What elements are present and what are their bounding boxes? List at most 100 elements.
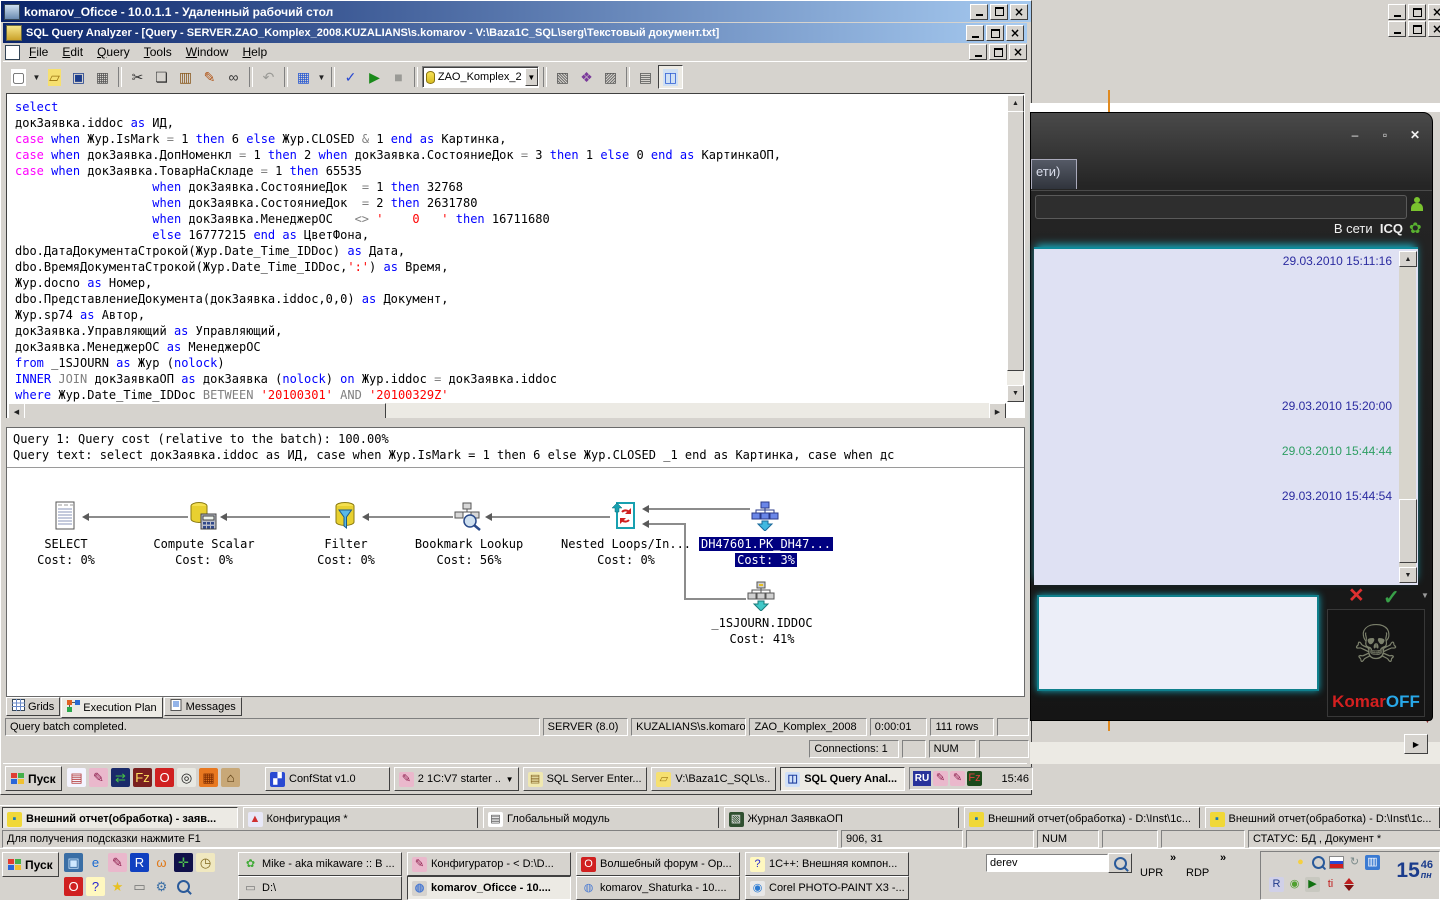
remote-task-button-1[interactable]: ✎2 1C:V7 starter ...▼	[394, 767, 519, 791]
tab-grids[interactable]: Grids	[6, 697, 60, 716]
object-search-button[interactable]: ❖	[575, 66, 598, 88]
1c-v7-icon[interactable]: ✎	[89, 768, 108, 787]
close-button[interactable]: ×	[1010, 4, 1028, 20]
plan-node-label[interactable]: Bookmark Lookup	[394, 537, 544, 551]
editor-horizontal-scrollbar[interactable]: ◀ ▶	[8, 403, 1006, 418]
upr-chevron-icon[interactable]: »	[1170, 852, 1176, 864]
scroll-up-icon[interactable]: ▲	[1007, 95, 1024, 112]
drive-icon[interactable]: ▭	[130, 877, 149, 896]
icq-more-icon[interactable]: ▼	[1421, 591, 1429, 600]
plan-node-label[interactable]: SELECT	[0, 537, 141, 551]
nested-loops-icon[interactable]	[610, 501, 640, 531]
index-scan-icon[interactable]	[746, 581, 776, 611]
new-query-button[interactable]: ▢	[7, 66, 30, 88]
local-task-button-r1-3[interactable]: ?1С++: Внешняя компон...	[745, 852, 909, 876]
grid-orange-icon[interactable]: ▦	[199, 768, 218, 787]
mode-grid-button[interactable]: ▦	[292, 66, 315, 88]
icq-restore-button[interactable]: ▫	[1378, 129, 1392, 141]
language-indicator[interactable]: RU	[913, 771, 931, 786]
clock-icon[interactable]: ◷	[196, 853, 215, 872]
mdi-close-button[interactable]: ×	[1009, 44, 1027, 60]
restore-button[interactable]	[990, 4, 1008, 20]
menu-help[interactable]: Help	[235, 44, 274, 60]
local-task-button-r2-3[interactable]: ◉Corel PHOTO-PAINT X3 -...	[745, 876, 909, 900]
icq-input-field[interactable]	[1035, 195, 1407, 219]
menu-window[interactable]: Window	[179, 44, 236, 60]
icq-status-row[interactable]: В сети ICQ	[1181, 221, 1403, 236]
taskbar-search-button[interactable]	[1108, 853, 1132, 873]
local-task-button-r1-0[interactable]: ✿Mike - aka mikaware :: B ...	[238, 852, 402, 876]
ie-icon[interactable]: e	[86, 853, 105, 872]
remote-clock[interactable]: 15:46	[1001, 773, 1029, 785]
sql-editor[interactable]: selectдокЗаявка.iddoc as ИД,case when Жу…	[6, 93, 1025, 420]
local-start-button[interactable]: Пуск	[2, 852, 59, 877]
sqa-titlebar[interactable]: SQL Query Analyzer - [Query - SERVER.ZAO…	[3, 23, 1027, 43]
filter-icon[interactable]	[330, 501, 360, 531]
save-button[interactable]: ▣	[67, 66, 90, 88]
database-combo[interactable]: ZAO_Komplex_2▼	[422, 66, 539, 88]
icq-chat-tab[interactable]: ети)	[1031, 159, 1077, 189]
execution-plan-pane[interactable]: Query 1: Query cost (relative to the bat…	[6, 427, 1025, 697]
display-icon[interactable]: ▣	[64, 853, 83, 872]
remote-start-button[interactable]: Пуск	[5, 766, 62, 791]
help-doc-icon[interactable]: ?	[86, 877, 105, 896]
remote-task-button-0[interactable]: ▞ConfStat v1.0	[265, 767, 390, 791]
icq-scroll-up-icon[interactable]: ▲	[1399, 251, 1417, 267]
updown-icon[interactable]	[1341, 877, 1356, 892]
bg1-close-button[interactable]: ×	[1428, 4, 1440, 20]
stop-button[interactable]: ■	[387, 66, 410, 88]
plan-node-label[interactable]: _1SJOURN.IDDOC	[687, 616, 837, 630]
rdp-titlebar[interactable]: komarov_Oficce - 10.0.1.1 - Удаленный ра…	[1, 1, 1031, 22]
window-template-button[interactable]: ▦	[91, 66, 114, 88]
icq-close-button[interactable]: ✕	[1408, 129, 1422, 141]
paste-button[interactable]: ▥	[174, 66, 197, 88]
bg2-minimize-button[interactable]	[1388, 21, 1406, 37]
tray-clock[interactable]: 15 46пн	[1396, 860, 1433, 881]
index-seek-icon[interactable]	[750, 501, 780, 531]
dropdown-arrow-icon[interactable]: ▼	[316, 66, 327, 88]
opera-dark-icon[interactable]: ◎	[177, 768, 196, 787]
minimize-button[interactable]	[970, 4, 988, 20]
execute-button[interactable]: ▶	[363, 66, 386, 88]
filezilla-icon[interactable]: Fz	[133, 768, 152, 787]
parse-check-button[interactable]: ✓	[339, 66, 362, 88]
network-icon[interactable]: ⇄	[111, 768, 130, 787]
plan-node-label[interactable]: DH47601.PK_DH47...	[691, 537, 841, 551]
1c-v7-icon[interactable]: ✎	[950, 771, 965, 786]
remote-task-button-4[interactable]: ◫SQL Query Anal...	[780, 767, 905, 791]
home-icon[interactable]: ⌂	[221, 768, 240, 787]
group-dropdown-icon[interactable]: ▼	[506, 775, 514, 784]
vscroll-thumb[interactable]	[1007, 111, 1024, 371]
plan-node-label[interactable]: Nested Loops/In...	[551, 537, 701, 551]
messenger-icon[interactable]: ▥	[1365, 855, 1380, 870]
nvidia-icon[interactable]: ◉	[1287, 877, 1302, 892]
network-dark-icon[interactable]: ✛	[174, 853, 193, 872]
tab-messages[interactable]: Messages	[164, 697, 242, 716]
menu-file[interactable]: File	[22, 44, 55, 60]
icq-reply-input[interactable]	[1037, 595, 1319, 691]
local-task-button-r1-2[interactable]: OВолшебный форум - Op...	[576, 852, 740, 876]
filezilla-icon[interactable]: Fz	[967, 771, 982, 786]
bg-scroll-right-icon[interactable]: ▶	[1404, 734, 1428, 754]
local-task-button-r2-2[interactable]: ◍komarov_Shaturka - 10....	[576, 876, 740, 900]
icq-send-icon[interactable]: ✓	[1383, 585, 1400, 610]
server-icon[interactable]: ▶	[1305, 877, 1320, 892]
sqa-restore-button[interactable]	[986, 25, 1004, 41]
opera-red-icon[interactable]: O	[155, 768, 174, 787]
search-icon[interactable]	[174, 877, 193, 896]
remote-task-button-3[interactable]: ▱V:\Baza1C_SQL\s...	[651, 767, 776, 791]
properties-button[interactable]: ▤	[634, 66, 657, 88]
pane-splitter[interactable]	[3, 418, 1027, 427]
local-task-button-r2-0[interactable]: ▭D:\	[238, 876, 402, 900]
editor-vertical-scrollbar[interactable]: ▲ ▼	[1007, 95, 1023, 402]
copy-button[interactable]: ❏	[150, 66, 173, 88]
ru-flag-icon[interactable]	[1329, 855, 1344, 870]
star-icon[interactable]: ★	[108, 877, 127, 896]
notes-icon[interactable]: ▤	[67, 768, 86, 787]
icq-minimize-button[interactable]: –	[1348, 129, 1362, 141]
update-icon[interactable]: ↻	[1347, 855, 1362, 870]
icq-scroll-down-icon[interactable]: ▼	[1399, 567, 1417, 583]
bulb-icon[interactable]: ●	[1293, 855, 1308, 870]
select-icon[interactable]	[50, 501, 80, 531]
combo-dropdown-icon[interactable]: ▼	[525, 68, 538, 86]
